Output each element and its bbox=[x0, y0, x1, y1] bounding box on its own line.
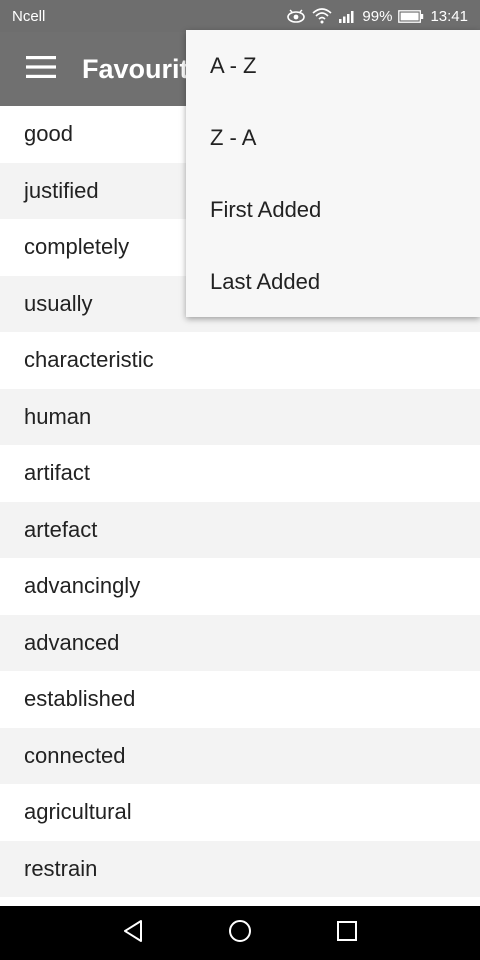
signal-icon bbox=[338, 9, 356, 23]
clock: 13:41 bbox=[430, 7, 468, 25]
back-button[interactable] bbox=[113, 913, 153, 953]
hamburger-icon bbox=[26, 55, 56, 83]
sort-first-added[interactable]: First Added bbox=[186, 174, 480, 246]
list-item[interactable]: restrain bbox=[0, 840, 480, 897]
list-item[interactable]: artifact bbox=[0, 445, 480, 502]
list-item[interactable]: established bbox=[0, 671, 480, 728]
sort-menu: A - ZZ - A First Added Last Added bbox=[186, 30, 480, 317]
list-item[interactable]: human bbox=[0, 388, 480, 445]
wifi-icon bbox=[312, 8, 332, 24]
recents-button[interactable] bbox=[327, 913, 367, 953]
list-item[interactable]: advancingly bbox=[0, 558, 480, 615]
system-nav-bar bbox=[0, 906, 480, 960]
list-item[interactable]: agricultural bbox=[0, 784, 480, 841]
status-bar: Ncell 99% 13:41 bbox=[0, 0, 480, 32]
eye-icon bbox=[286, 9, 306, 23]
list-item[interactable]: connected bbox=[0, 727, 480, 784]
navigation-menu-button[interactable] bbox=[0, 32, 82, 106]
status-icons: 99% 13:41 bbox=[286, 8, 468, 25]
battery-icon bbox=[398, 9, 424, 23]
sort-z-a[interactable]: Z - A bbox=[186, 102, 480, 174]
back-icon bbox=[122, 919, 144, 948]
home-button[interactable] bbox=[220, 913, 260, 953]
sort-a-z[interactable]: A - Z bbox=[186, 30, 480, 102]
list-item[interactable]: artefact bbox=[0, 501, 480, 558]
home-icon bbox=[228, 919, 252, 948]
recents-icon bbox=[336, 920, 358, 947]
carrier-name: Ncell bbox=[12, 7, 46, 25]
sort-last-added[interactable]: Last Added bbox=[186, 246, 480, 318]
battery-text: 99% bbox=[362, 7, 393, 25]
list-item[interactable]: advanced bbox=[0, 614, 480, 671]
list-item[interactable]: characteristic bbox=[0, 332, 480, 389]
